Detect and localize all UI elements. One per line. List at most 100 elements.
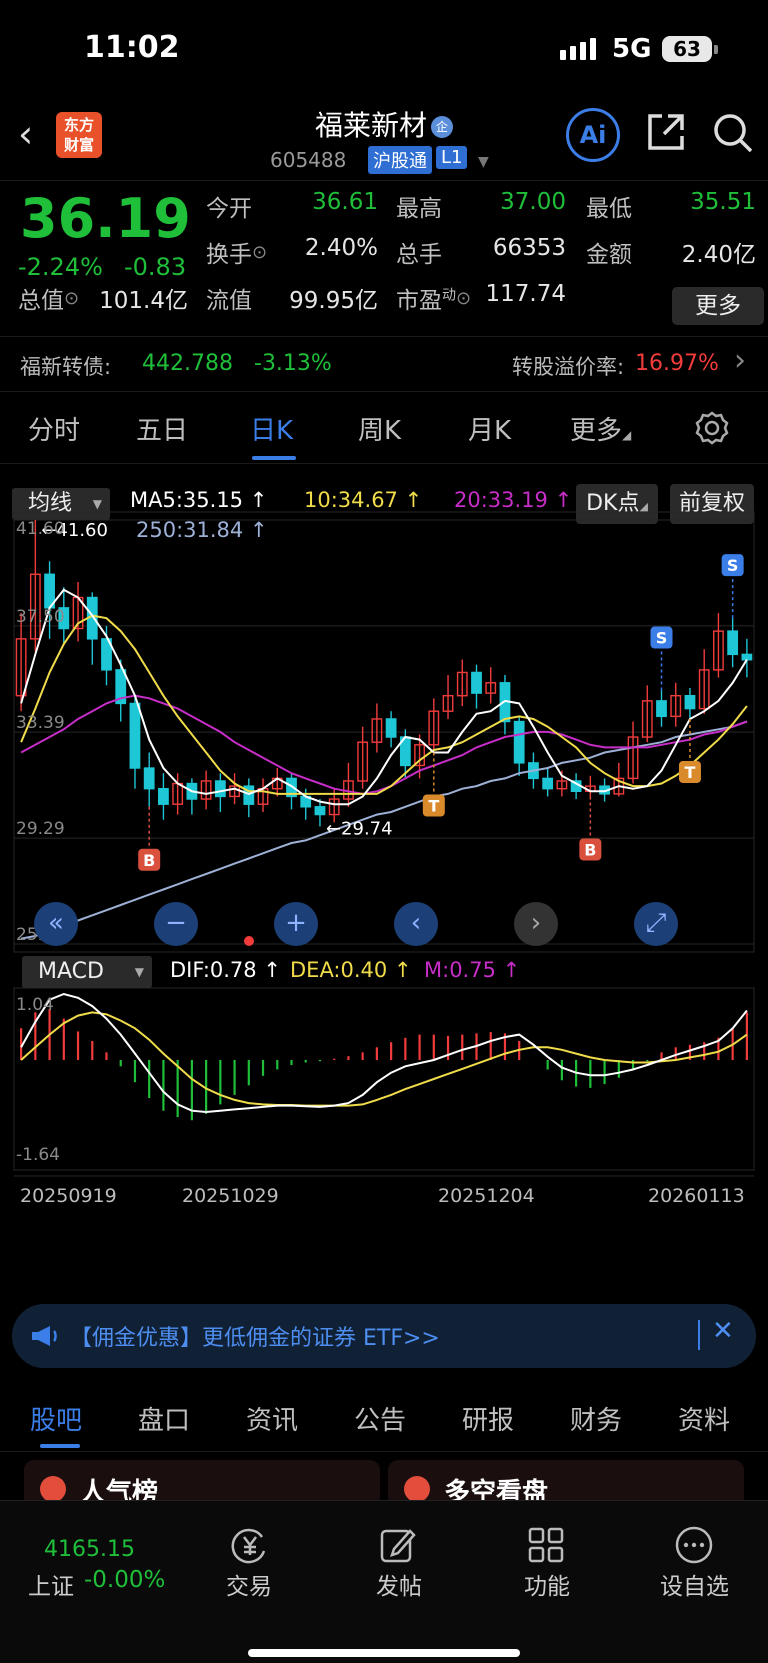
quote-label: 今开 xyxy=(206,196,252,222)
close-icon[interactable]: ✕ xyxy=(712,1316,734,1346)
active-tab-indicator xyxy=(40,1444,80,1448)
ai-button[interactable]: Ai xyxy=(566,108,620,162)
signal-letter: S xyxy=(727,556,739,575)
popularity-card[interactable]: 人气榜 xyxy=(24,1460,380,1500)
settings-icon[interactable] xyxy=(694,410,730,446)
candle-body xyxy=(314,806,326,816)
card-title: 人气榜 xyxy=(80,1478,159,1500)
tab-guba[interactable]: 股吧 xyxy=(30,1400,82,1437)
signal-letter: T xyxy=(685,763,696,782)
index-name[interactable]: 上证 xyxy=(28,1567,74,1601)
x-tick-label: 20250919 xyxy=(20,1185,117,1207)
quote-value: 2.40% xyxy=(304,235,378,261)
stock-code: 605488 xyxy=(270,148,347,172)
grid-icon[interactable] xyxy=(526,1525,566,1565)
quote-label: 流值 xyxy=(206,288,252,314)
tab-intraday[interactable]: 分时 xyxy=(28,410,80,447)
pe-superscript: 动 xyxy=(442,287,456,304)
tab-weekly-k[interactable]: 周K xyxy=(358,410,401,447)
nav-post[interactable]: 发帖 xyxy=(376,1567,422,1601)
last-price: 36.19 xyxy=(20,187,191,250)
candle-body xyxy=(385,718,397,738)
dea-label: DEA:0.40 ↑ xyxy=(290,958,412,982)
macd-frame xyxy=(13,987,755,1171)
edit-icon[interactable] xyxy=(378,1525,418,1565)
quote-value: 37.00 xyxy=(500,189,566,215)
stock-name: 福莱新材 xyxy=(314,109,427,142)
signal-icon xyxy=(560,38,596,60)
tab-more[interactable]: 更多◢ xyxy=(570,410,631,447)
quote-panel: 36.19 -2.24% -0.83 今开 36.61 最高 37.00 最低 … xyxy=(0,180,768,330)
bull-bear-card[interactable]: 多空看盘 xyxy=(388,1460,744,1500)
chevron-left-icon[interactable]: ‹ xyxy=(394,902,438,946)
kline-svg[interactable]: ←41.60←29.74BBSSTT 41.6037.5033.3929.292… xyxy=(0,464,768,1304)
quote-label: 换手⊙ xyxy=(206,242,268,268)
status-bar: 11:02 5G 63 xyxy=(0,0,768,100)
signal-letter: B xyxy=(584,840,596,859)
premium-value: 16.97% xyxy=(635,351,719,376)
candle-body xyxy=(158,788,169,805)
double-chevron-left-icon[interactable]: « xyxy=(34,902,78,946)
quote-label: 总值⊙ xyxy=(18,288,80,314)
signal-letter: T xyxy=(428,797,439,816)
candle-body xyxy=(684,694,696,710)
rank-icon xyxy=(40,1476,66,1500)
level-tag: L1 xyxy=(436,146,468,169)
tab-research[interactable]: 研报 xyxy=(462,1400,514,1437)
tab-news[interactable]: 资讯 xyxy=(246,1400,298,1437)
card-title: 多空看盘 xyxy=(444,1478,549,1500)
dif-label: DIF:0.78 ↑ xyxy=(170,958,281,982)
tab-five-day[interactable]: 五日 xyxy=(136,410,188,447)
nav-add-watchlist[interactable]: 设自选 xyxy=(660,1567,729,1601)
index-change[interactable]: -0.00% xyxy=(84,1567,165,1593)
tab-finance[interactable]: 财务 xyxy=(570,1400,622,1437)
battery-icon: 63 xyxy=(662,36,718,62)
tab-pankou[interactable]: 盘口 xyxy=(138,1400,190,1437)
chevron-right-icon: › xyxy=(734,343,746,378)
candle-body xyxy=(129,702,141,769)
more-quote-button[interactable]: 更多 xyxy=(672,287,764,325)
index-value[interactable]: 4165.15 xyxy=(44,1537,135,1562)
tab-announcement[interactable]: 公告 xyxy=(354,1400,406,1437)
minus-icon[interactable]: − xyxy=(154,902,198,946)
candle-body xyxy=(471,671,482,694)
search-icon[interactable] xyxy=(710,110,756,156)
tab-profile[interactable]: 资料 xyxy=(678,1400,730,1437)
signal-letter: S xyxy=(656,629,668,648)
info-icon: ⊙ xyxy=(64,288,80,309)
caret-down-icon[interactable]: ▼ xyxy=(478,154,489,170)
dif-line xyxy=(20,992,748,1114)
promo-banner[interactable]: 【佣金优惠】更低佣金的证券 ETF>> ✕ xyxy=(12,1304,756,1368)
y-tick-label: 37.50 xyxy=(16,607,65,627)
chevron-right-icon[interactable]: › xyxy=(514,902,558,946)
candle-body xyxy=(656,700,667,718)
exchange-tag: 沪股通 xyxy=(368,146,432,174)
signal-letter: B xyxy=(143,851,155,870)
yen-circle-icon[interactable] xyxy=(230,1525,270,1565)
quote-label: 金额 xyxy=(586,242,632,268)
home-indicator xyxy=(248,1649,520,1657)
change-amount: -0.83 xyxy=(124,253,187,281)
plus-icon[interactable]: + xyxy=(274,902,318,946)
share-icon[interactable] xyxy=(644,110,688,154)
kline-chart-area: 均线 ▼ MA5:35.15 ↑ 10:34.67 ↑ 20:33.19 ↑ 25… xyxy=(0,464,768,1304)
nav-trade[interactable]: 交易 xyxy=(226,1567,272,1601)
nav-functions[interactable]: 功能 xyxy=(524,1567,570,1601)
feature-cards: 人气榜 多空看盘 xyxy=(0,1456,768,1500)
macd-selector[interactable]: MACD ▼ xyxy=(22,956,152,988)
candle-body xyxy=(741,653,753,661)
quote-value: 101.4亿 xyxy=(99,288,188,314)
quote-value: 99.95亿 xyxy=(289,288,378,314)
enterprise-badge-icon: 企 xyxy=(431,116,453,138)
vs-icon xyxy=(404,1476,430,1500)
more-circle-icon[interactable] xyxy=(674,1525,714,1565)
tab-monthly-k[interactable]: 月K xyxy=(468,410,511,447)
y-tick-label: 29.29 xyxy=(16,819,65,839)
expand-icon[interactable]: ⤢ xyxy=(634,902,678,946)
convertible-bond-row[interactable]: 福新转债: 442.788 -3.13% 转股溢价率: 16.97% › xyxy=(0,336,768,392)
quote-value: 36.61 xyxy=(312,189,378,215)
divider xyxy=(698,1320,700,1350)
quote-label: 市盈动⊙ xyxy=(396,287,472,314)
tab-daily-k[interactable]: 日K xyxy=(250,410,293,447)
content-tabs: 股吧 盘口 资讯 公告 研报 财务 资料 xyxy=(0,1380,768,1452)
